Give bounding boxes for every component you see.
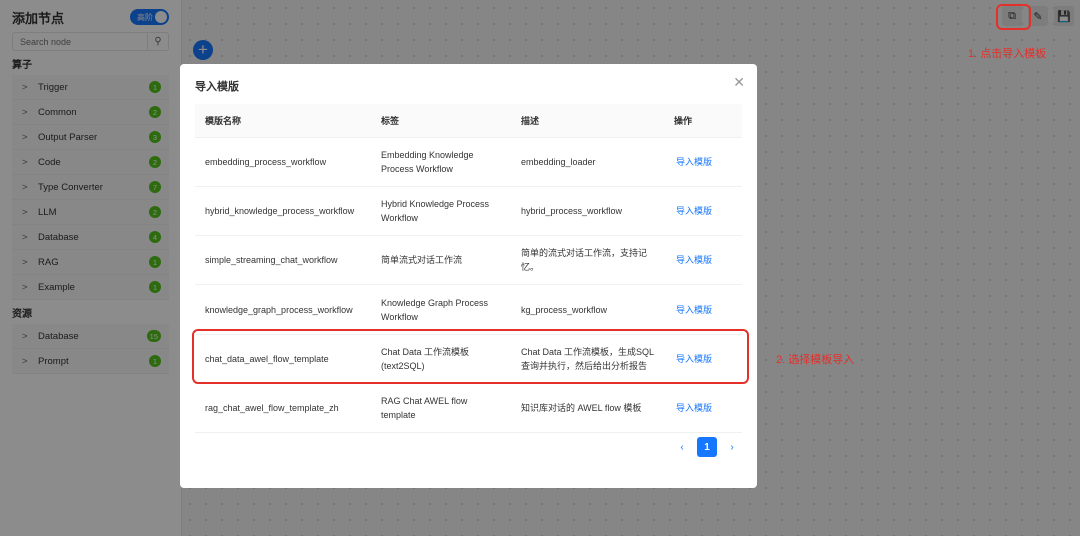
template-tag: Embedding Knowledge Process Workflow — [371, 137, 511, 187]
annotation-step1: 1. 点击导入模板 — [968, 48, 1047, 60]
annotation-step2: 2. 选择模板导入 — [776, 354, 855, 366]
template-name: knowledge_graph_process_workflow — [195, 284, 371, 335]
col-action: 操作 — [664, 104, 742, 138]
highlight-row — [192, 329, 749, 384]
import-template-link[interactable]: 导入模版 — [664, 383, 742, 434]
template-tag: Hybrid Knowledge Process Workflow — [371, 186, 511, 237]
current-page[interactable]: 1 — [697, 437, 717, 457]
template-desc: hybrid_process_workflow — [511, 186, 664, 237]
col-name: 模版名称 — [195, 104, 371, 138]
highlight-import-button — [996, 4, 1031, 30]
template-desc: embedding_loader — [511, 137, 664, 187]
table-row: knowledge_graph_process_workflow Knowledg… — [195, 284, 742, 335]
col-desc: 描述 — [511, 104, 664, 138]
template-name: hybrid_knowledge_process_workflow — [195, 186, 371, 237]
prev-page-icon[interactable]: ‹ — [675, 442, 689, 453]
modal-title: 导入模版 — [195, 81, 239, 93]
template-desc: 简单的流式对话工作流，支持记忆。 — [511, 235, 664, 286]
template-desc: kg_process_workflow — [511, 284, 664, 335]
close-icon[interactable]: ✕ — [733, 74, 745, 91]
import-template-link[interactable]: 导入模版 — [664, 284, 742, 335]
col-tag: 标签 — [371, 104, 511, 138]
template-name: embedding_process_workflow — [195, 137, 371, 187]
pagination: ‹ 1 › — [675, 437, 739, 457]
table-row: hybrid_knowledge_process_workflow Hybrid … — [195, 186, 742, 237]
import-template-link[interactable]: 导入模版 — [664, 186, 742, 237]
import-template-modal: 导入模版 ✕ 模版名称 标签 描述 操作 embedding_process_w… — [180, 64, 757, 488]
template-name: simple_streaming_chat_workflow — [195, 235, 371, 286]
template-desc: 知识库对话的 AWEL flow 模板 — [511, 383, 664, 434]
template-tag: 简单流式对话工作流 — [371, 235, 511, 286]
table-row: embedding_process_workflow Embedding Know… — [195, 137, 742, 187]
template-tag: Knowledge Graph Process Workflow — [371, 284, 511, 335]
next-page-icon[interactable]: › — [725, 442, 739, 453]
template-tag: RAG Chat AWEL flow template — [371, 383, 511, 434]
table-row: simple_streaming_chat_workflow 简单流式对话工作流简… — [195, 235, 742, 286]
import-template-link[interactable]: 导入模版 — [664, 137, 742, 187]
import-template-link[interactable]: 导入模版 — [664, 235, 742, 286]
table-row: rag_chat_awel_flow_template_zh RAG Chat A… — [195, 383, 742, 434]
template-name: rag_chat_awel_flow_template_zh — [195, 383, 371, 434]
